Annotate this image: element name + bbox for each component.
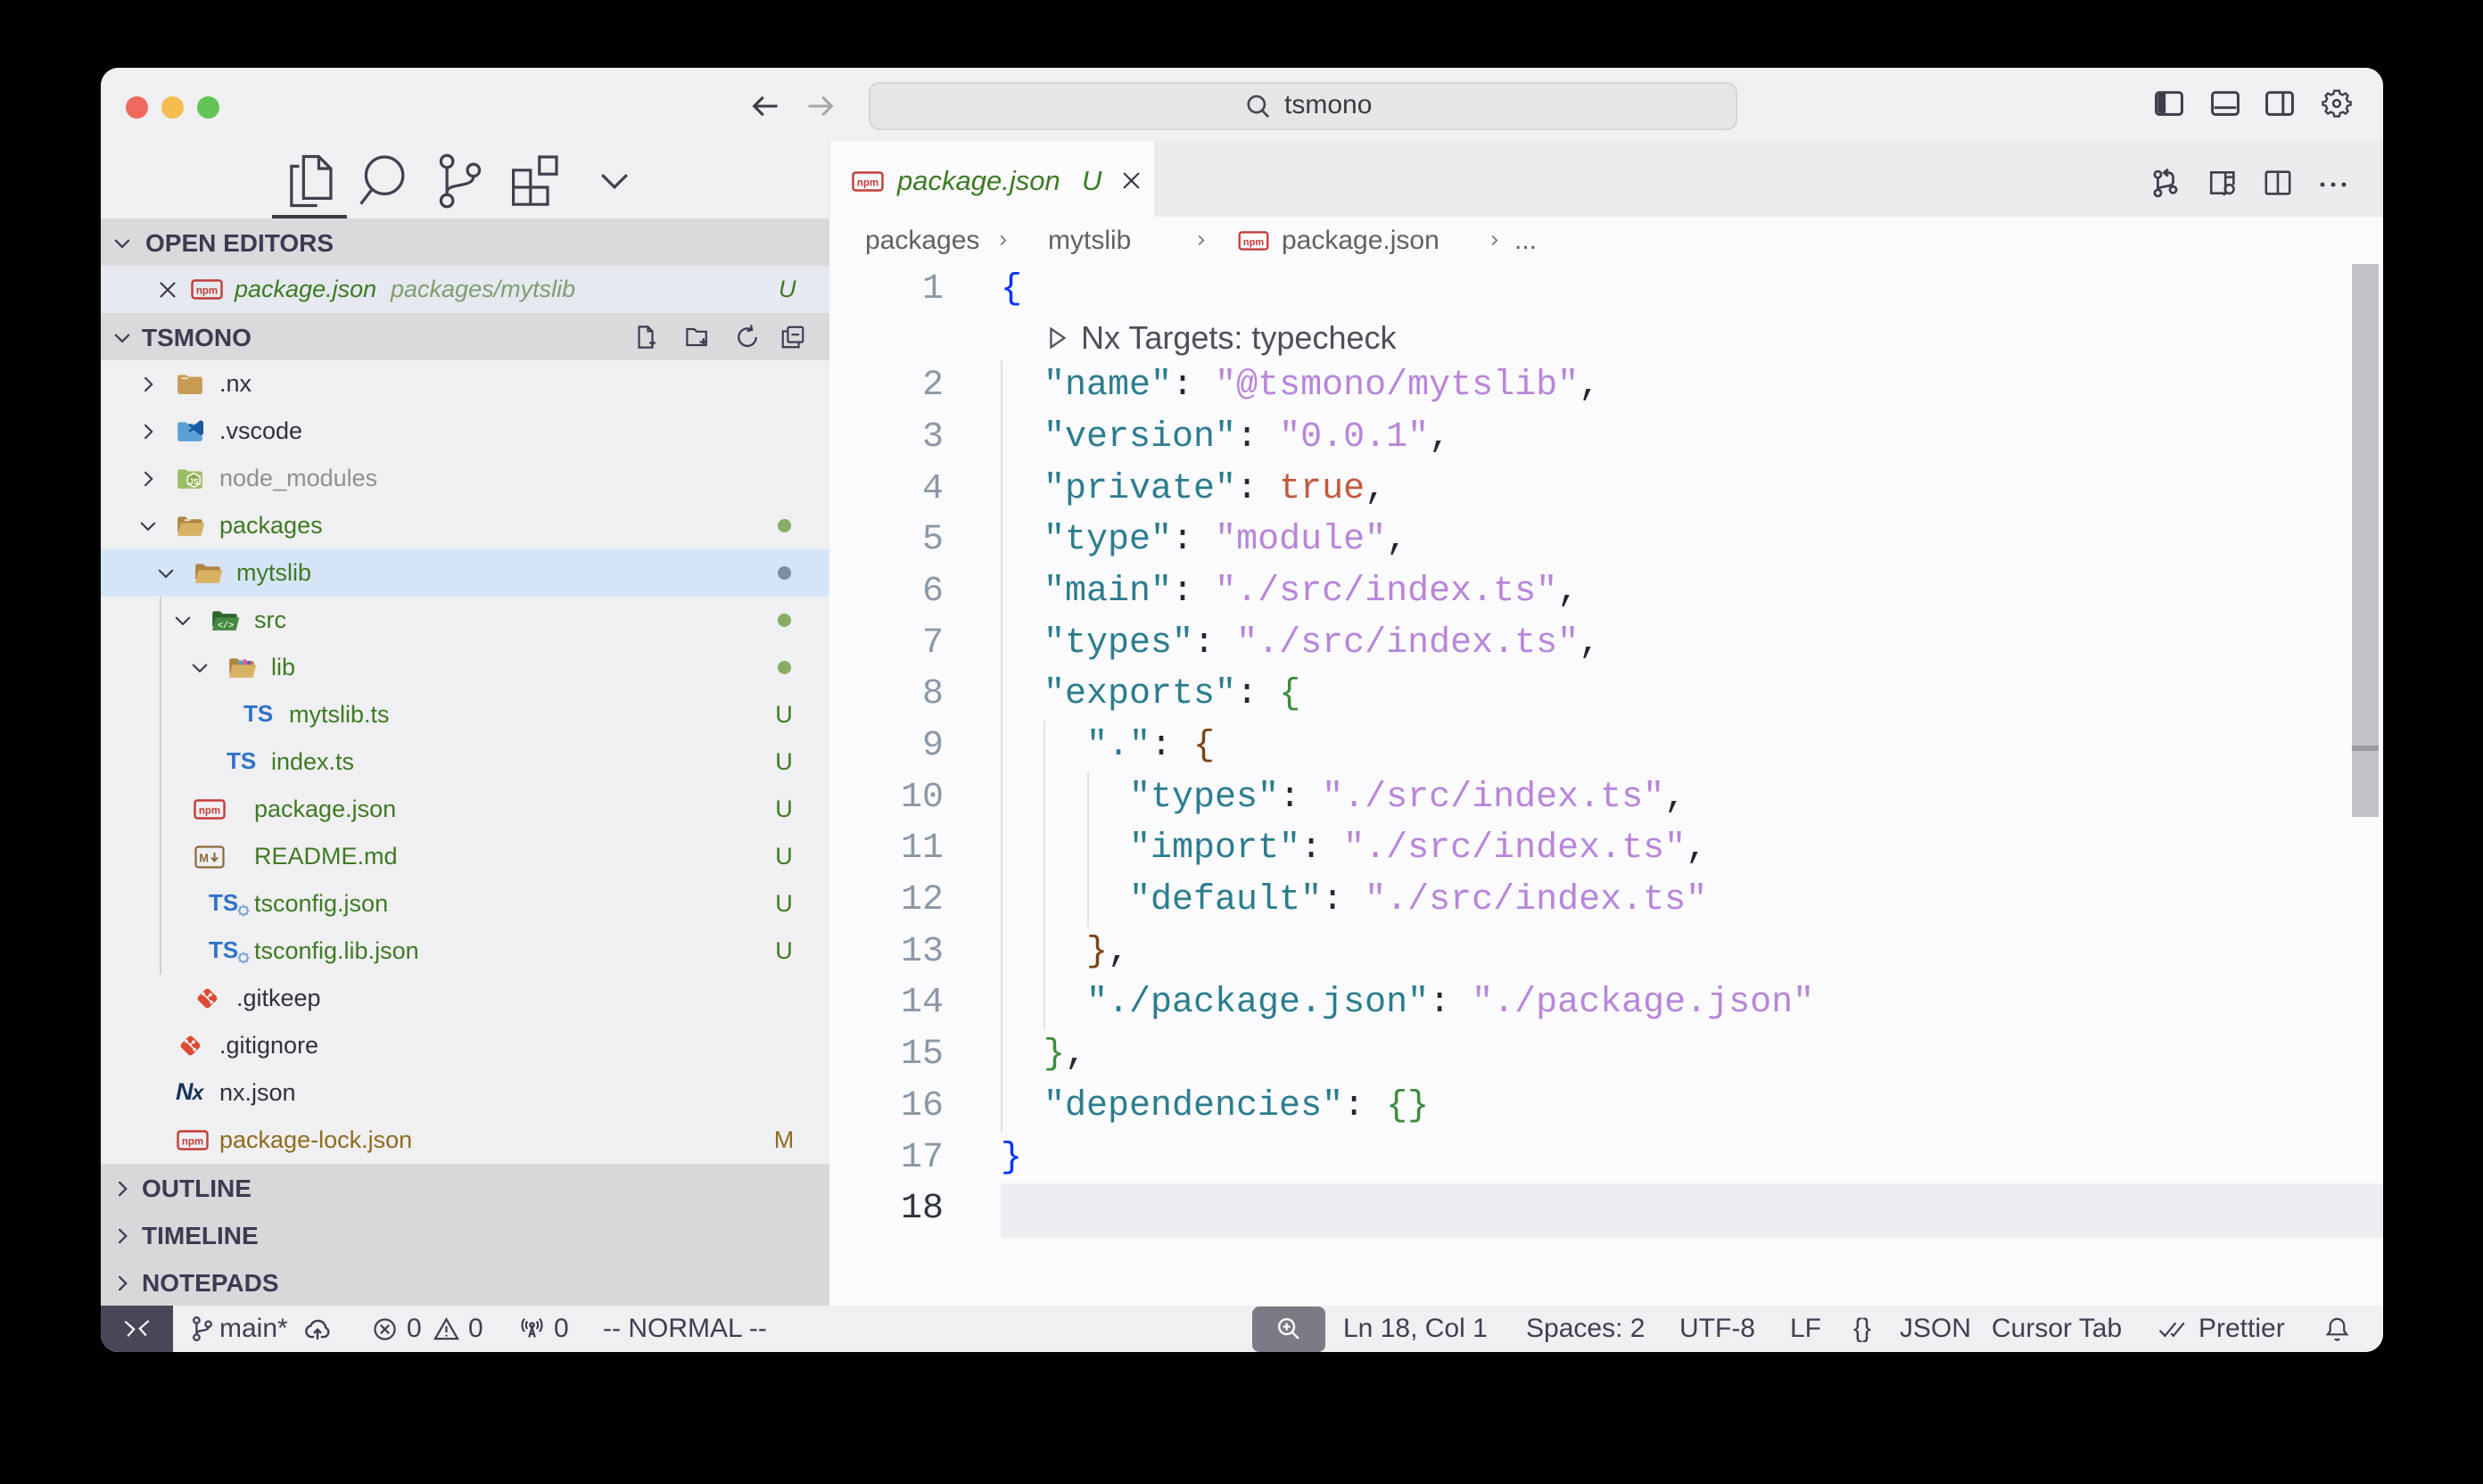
svg-text:npm: npm <box>857 178 879 189</box>
svg-text:npm: npm <box>182 1137 203 1148</box>
svg-text:JS: JS <box>189 477 199 486</box>
svg-text:npm: npm <box>199 806 220 817</box>
svg-text:</>: </> <box>218 621 234 631</box>
svg-text:M: M <box>199 852 209 865</box>
svg-text:npm: npm <box>196 286 218 297</box>
svg-text:npm: npm <box>1243 237 1264 248</box>
